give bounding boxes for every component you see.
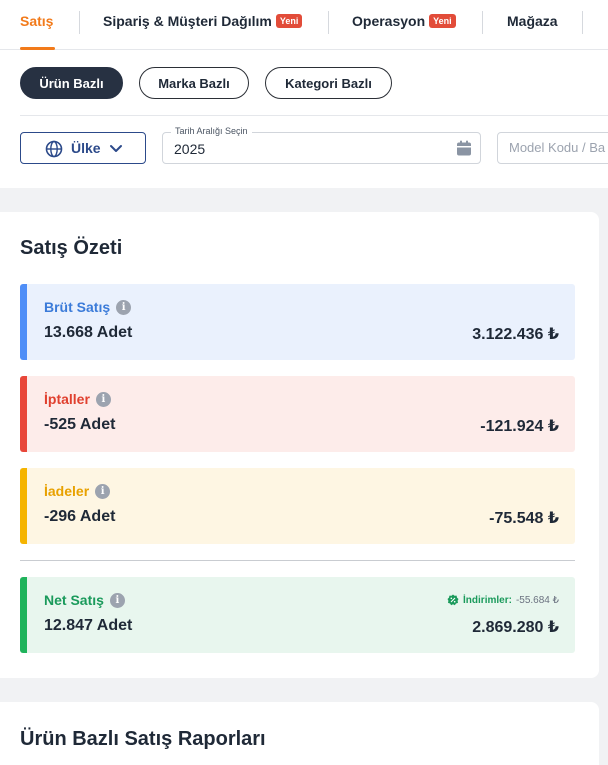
accent-bar (20, 376, 27, 452)
date-range-value: 2025 (174, 141, 206, 157)
discounts-value: -55.684 ₺ (515, 594, 559, 606)
tab-separator (582, 11, 583, 34)
info-icon[interactable]: i (95, 391, 111, 407)
chevron-down-icon (110, 145, 122, 152)
calendar-icon[interactable] (456, 140, 472, 157)
stat-title-text: İptaller (44, 391, 90, 407)
tab-operasyon[interactable]: Operasyon Yeni (352, 13, 456, 29)
returns-count: -296 Adet (44, 508, 116, 525)
gross-sales-count: 13.668 Adet (44, 324, 133, 341)
tab-label: Sipariş & Müşteri Dağılım (103, 13, 272, 29)
info-icon[interactable]: i (116, 299, 132, 315)
date-range-field[interactable]: Tarih Aralığı Seçin 2025 (162, 126, 481, 164)
globe-icon (45, 140, 63, 158)
tab-magaza[interactable]: Mağaza (507, 13, 558, 29)
tab-label: Operasyon (352, 13, 426, 29)
top-panel: Satış Sipariş & Müşteri Dağılım Yeni Ope… (0, 0, 608, 188)
info-icon[interactable]: i (109, 592, 125, 608)
cancellations-amount: -121.924 ₺ (480, 418, 559, 435)
country-dropdown[interactable]: Ülke (20, 132, 146, 164)
tab-bar: Satış Sipariş & Müşteri Dağılım Yeni Ope… (0, 0, 608, 50)
cancellations-count: -525 Adet (44, 416, 116, 433)
stat-title-text: Net Satış (44, 592, 104, 608)
gross-sales-title: Brüt Satış i (44, 299, 132, 315)
discounts-label: İndirimler: (463, 594, 512, 606)
product-reports-title: Ürün Bazlı Satış Raporları (20, 728, 266, 750)
country-label: Ülke (71, 140, 101, 156)
cancellations-title: İptaller i (44, 391, 111, 407)
accent-bar (20, 577, 27, 653)
sales-summary-title: Satış Özeti (20, 237, 123, 259)
filter-divider (20, 115, 608, 116)
summary-divider (20, 560, 575, 561)
gross-sales-amount: 3.122.436 ₺ (472, 326, 559, 343)
tab-separator (482, 11, 483, 34)
active-tab-indicator (20, 47, 55, 50)
model-code-input[interactable]: Model Kodu / Ba (497, 132, 608, 164)
net-sales-card: Net Satış i İndirimler: -55.684 ₺ 12.847… (20, 577, 575, 653)
cancellations-card: İptaller i -525 Adet -121.924 ₺ (20, 376, 575, 452)
tab-satis[interactable]: Satış (20, 13, 53, 29)
net-sales-title: Net Satış i (44, 592, 125, 608)
returns-card: İadeler i -296 Adet -75.548 ₺ (20, 468, 575, 544)
stat-title-text: Brüt Satış (44, 299, 111, 315)
pill-urun-bazli[interactable]: Ürün Bazlı (20, 67, 123, 99)
tab-label: Satış (20, 13, 54, 29)
returns-amount: -75.548 ₺ (489, 510, 559, 527)
discounts-info: İndirimler: -55.684 ₺ (447, 594, 559, 606)
net-sales-amount: 2.869.280 ₺ (472, 619, 559, 636)
info-icon[interactable]: i (95, 483, 111, 499)
date-range-legend: Tarih Aralığı Seçin (171, 126, 252, 136)
accent-bar (20, 468, 27, 544)
discount-icon (447, 594, 459, 606)
gross-sales-card: Brüt Satış i 13.668 Adet 3.122.436 ₺ (20, 284, 575, 360)
new-badge: Yeni (275, 14, 303, 28)
pill-marka-bazli[interactable]: Marka Bazlı (139, 67, 249, 99)
tab-siparis-musteri-dagilim[interactable]: Sipariş & Müşteri Dağılım Yeni (103, 13, 303, 29)
tab-separator (328, 11, 329, 34)
stat-title-text: İadeler (44, 483, 90, 499)
net-sales-count: 12.847 Adet (44, 617, 133, 634)
returns-title: İadeler i (44, 483, 111, 499)
new-badge: Yeni (429, 14, 456, 28)
accent-bar (20, 284, 27, 360)
tab-label: Mağaza (507, 13, 558, 29)
pill-kategori-bazli[interactable]: Kategori Bazlı (265, 67, 392, 99)
tab-separator (79, 11, 80, 34)
